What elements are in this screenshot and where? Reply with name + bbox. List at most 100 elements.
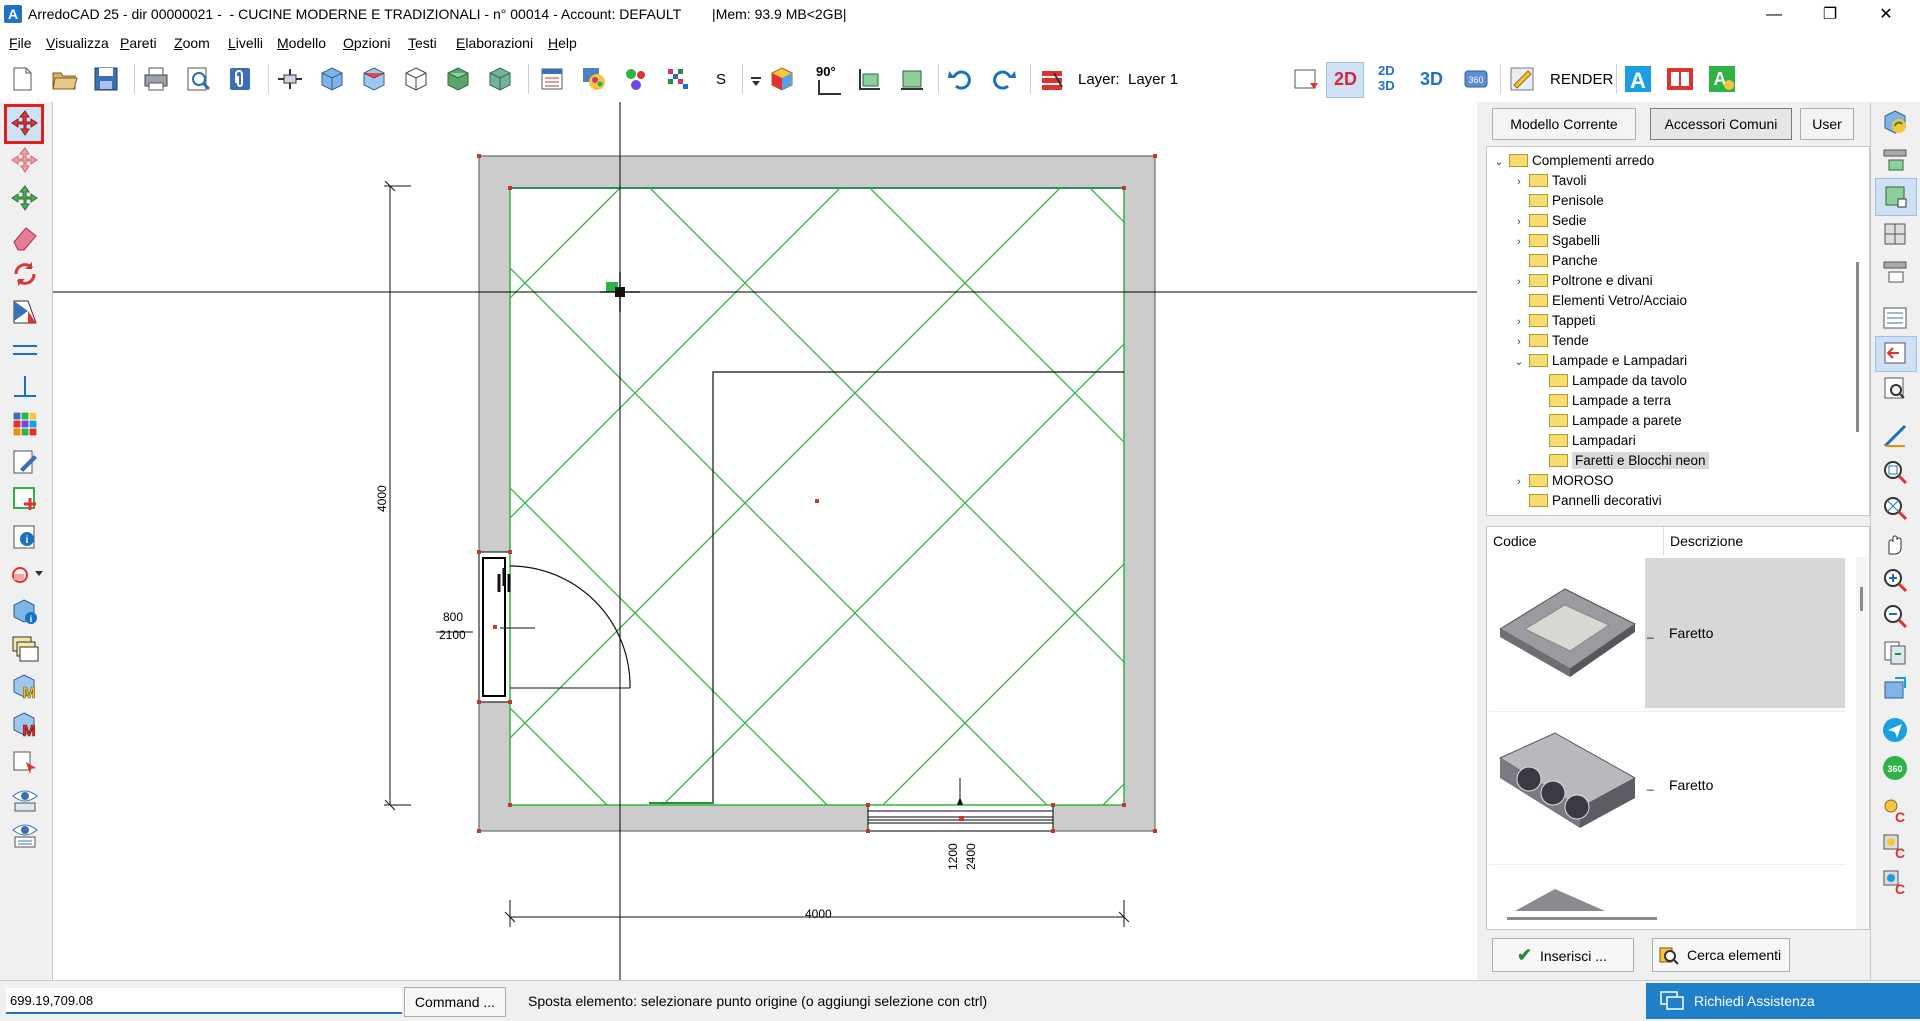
tree-item[interactable]: › MOROSO <box>1513 471 1613 492</box>
coordinate-input[interactable] <box>6 988 402 1014</box>
tree-item[interactable]: › Tavoli <box>1513 171 1586 192</box>
move-green-icon[interactable] <box>10 184 40 214</box>
tree-item[interactable]: Lampade a parete <box>1533 411 1682 431</box>
send-icon[interactable] <box>1881 716 1909 744</box>
tree-item[interactable]: Panche <box>1513 251 1598 271</box>
cube-red-icon[interactable] <box>360 65 388 93</box>
view-2d3d-bottom[interactable]: 3D <box>1378 78 1395 93</box>
zoom-extents-icon[interactable] <box>1881 494 1909 522</box>
layer-manager-icon[interactable] <box>1292 65 1320 93</box>
rotate-90-label[interactable]: 90° <box>816 64 836 79</box>
grid-color-icon[interactable] <box>10 409 40 439</box>
tree-item[interactable]: › Tappeti <box>1513 311 1595 332</box>
grid-scrollbar-thumb[interactable] <box>1860 587 1863 611</box>
add-point-icon[interactable] <box>10 484 40 514</box>
mirror-icon[interactable] <box>10 297 40 327</box>
new-file-icon[interactable] <box>8 65 36 93</box>
expand-chevron-icon[interactable]: › <box>1513 272 1525 292</box>
cube-outline-icon[interactable] <box>402 65 430 93</box>
menu-zoom[interactable]: Zoom <box>174 35 210 51</box>
camera-settings-icon[interactable]: C <box>1881 868 1909 896</box>
wall-insert-icon[interactable] <box>276 65 304 93</box>
snap-dropdown-icon[interactable] <box>34 568 44 578</box>
box-yellow-icon[interactable] <box>768 65 796 93</box>
command-button[interactable]: Command ... <box>404 987 506 1017</box>
layer-value[interactable]: Layer 1 <box>1128 71 1178 88</box>
copy-page-icon[interactable] <box>1881 638 1909 666</box>
expand-chevron-icon[interactable]: › <box>1513 472 1525 492</box>
color-palette-icon[interactable] <box>580 65 608 93</box>
list-icon[interactable] <box>538 65 566 93</box>
search-page-icon[interactable] <box>1881 374 1909 402</box>
tab-modello-corrente[interactable]: Modello Corrente <box>1492 108 1636 140</box>
rotate-icon[interactable] <box>10 259 40 289</box>
expand-chevron-icon[interactable]: › <box>1513 232 1525 252</box>
refresh-catalog-icon[interactable] <box>1881 108 1909 136</box>
edit-properties-icon[interactable] <box>10 447 40 477</box>
menu-visualizza[interactable]: Visualizza <box>46 35 109 51</box>
expand-chevron-icon[interactable]: › <box>1513 172 1525 192</box>
snap-icon[interactable] <box>10 560 32 590</box>
cube-blue-icon[interactable] <box>318 65 346 93</box>
open-folder-icon[interactable] <box>50 65 78 93</box>
room-walls[interactable] <box>478 155 1156 832</box>
menu-testi[interactable]: Testi <box>408 35 437 51</box>
tree-item[interactable]: ⌄ Lampade e Lampadari <box>1513 351 1687 371</box>
cube-dark-green-icon[interactable] <box>486 65 514 93</box>
view-3d-button[interactable]: 3D <box>1420 69 1443 90</box>
floor-plan-icon[interactable] <box>898 65 926 93</box>
s-tool-label[interactable]: S <box>716 71 726 88</box>
materials-icon[interactable] <box>622 65 650 93</box>
column-codice[interactable]: Codice <box>1493 527 1663 555</box>
move-copy-icon[interactable] <box>10 146 40 176</box>
menu-elaborazioni[interactable]: Elaborazioni <box>456 35 533 51</box>
shelf-icon[interactable] <box>1881 258 1909 286</box>
zoom-in-icon[interactable] <box>1881 566 1909 594</box>
tree-scrollbar-thumb[interactable] <box>1856 262 1859 432</box>
minimize-button[interactable]: — <box>1746 0 1802 30</box>
menu-modello[interactable]: Modello <box>277 35 326 51</box>
light-settings-icon[interactable]: C <box>1881 796 1909 824</box>
dropdown-arrow-icon[interactable] <box>748 65 764 93</box>
save-icon[interactable] <box>92 65 120 93</box>
redo-icon[interactable] <box>990 65 1018 93</box>
collapse-chevron-icon[interactable]: ⌄ <box>1493 152 1505 172</box>
menu-file[interactable]: File <box>9 35 32 51</box>
render-settings-icon[interactable] <box>1508 65 1536 93</box>
expand-chevron-icon[interactable]: › <box>1513 332 1525 352</box>
rotate-90-icon[interactable] <box>816 78 844 96</box>
zoom-out-icon[interactable] <box>1881 602 1909 630</box>
insert-button[interactable]: ✔ Inserisci ... <box>1492 938 1634 972</box>
tree-item[interactable]: › Sgabelli <box>1513 231 1600 251</box>
light-group-icon[interactable]: C <box>1881 832 1909 860</box>
search-elements-button[interactable]: Cerca elementi <box>1652 938 1790 972</box>
render-button[interactable]: RENDER <box>1550 71 1613 88</box>
close-button[interactable]: ✕ <box>1858 0 1914 30</box>
textures-icon[interactable] <box>664 65 692 93</box>
grid-scrollbar[interactable] <box>1856 557 1868 929</box>
floor-green-icon[interactable] <box>856 65 884 93</box>
eraser-icon[interactable] <box>10 222 40 252</box>
view-2d3d-top[interactable]: 2D <box>1378 63 1395 78</box>
items-grid[interactable]: Codice Descrizione _ Faretto _ Faretto <box>1486 526 1870 930</box>
tree-item[interactable]: Elementi Vetro/Acciaio <box>1513 291 1687 311</box>
grid-hscroll-thumb[interactable] <box>1507 917 1657 920</box>
maximize-button[interactable]: ❐ <box>1802 0 1858 30</box>
layers-stack-icon[interactable] <box>10 634 40 664</box>
export-icon[interactable] <box>1881 674 1909 702</box>
menu-opzioni[interactable]: Opzioni <box>343 35 390 51</box>
expand-chevron-icon[interactable]: › <box>1513 312 1525 332</box>
expand-chevron-icon[interactable]: › <box>1513 212 1525 232</box>
pan-hand-icon[interactable] <box>1881 530 1909 558</box>
view-360-icon[interactable]: 360 <box>1462 65 1490 93</box>
view-360-green-icon[interactable]: 360 <box>1881 754 1909 782</box>
material-m-red-icon[interactable]: M <box>10 710 40 740</box>
parallel-lines-icon[interactable] <box>10 335 40 365</box>
material-m-yellow-icon[interactable]: M <box>10 672 40 702</box>
cube-green-icon[interactable] <box>444 65 472 93</box>
visibility-settings-icon[interactable] <box>10 820 40 850</box>
tree-item[interactable]: ⌄ Complementi arredo <box>1493 151 1654 171</box>
cloud-text-icon[interactable]: A <box>1708 65 1736 93</box>
menu-pareti[interactable]: Pareti <box>120 35 157 51</box>
tree-item[interactable]: › Tende <box>1513 331 1589 351</box>
